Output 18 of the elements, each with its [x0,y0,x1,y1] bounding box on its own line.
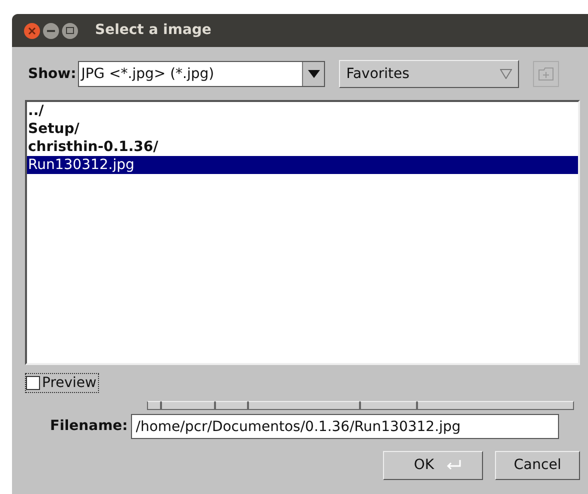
location-dropdown[interactable]: Favorites [339,60,520,88]
new-folder-icon [538,67,554,81]
show-label: Show: [28,64,76,84]
filename-label: Filename: [50,417,128,436]
minimize-icon[interactable] [43,22,59,38]
file-item[interactable]: ../ [27,102,578,120]
cancel-button[interactable]: Cancel [495,451,580,480]
dropdown-arrow-icon [500,69,512,79]
window-title: Select a image [95,21,212,40]
maximize-icon[interactable] [62,22,78,38]
ok-button[interactable]: OK [383,451,483,480]
filename-field[interactable]: /home/pcr/Documentos/0.1.36/Run130312.jpg [130,414,559,439]
preview-checkbox[interactable]: Preview [25,373,98,393]
filter-dropdown[interactable]: JPG <*.jpg> (*.jpg) [78,61,326,87]
file-item[interactable]: Setup/ [27,120,578,138]
file-item[interactable]: christhin-0.1.36/ [27,138,578,156]
close-icon[interactable] [24,22,40,38]
file-item[interactable]: Run130312.jpg [27,156,578,174]
